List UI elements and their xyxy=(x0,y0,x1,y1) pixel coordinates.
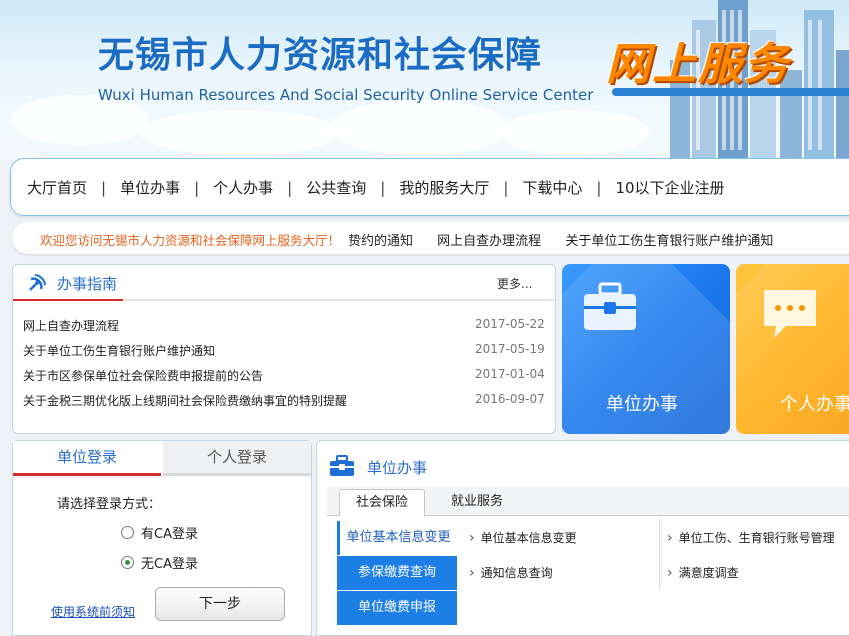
radio-label: 无CA登录 xyxy=(141,557,198,572)
login-method-prompt: 请选择登录方式： xyxy=(57,497,162,512)
nav-label: 我的服务大厅 xyxy=(399,179,490,197)
notice-link[interactable]: 贽约的通知 xyxy=(348,234,413,249)
nav-item-download[interactable]: 下载中心 xyxy=(522,177,582,198)
radio-button[interactable] xyxy=(121,526,134,539)
radio-ca-login[interactable]: 有CA登录 xyxy=(121,523,198,542)
guide-row[interactable]: 关于单位工伤生育银行账户维护通知 2017-05-19 xyxy=(13,338,555,363)
guide-row[interactable]: 关于金税三期优化版上线期间社会保险费缴纳事宜的特别提醒 2016-09-07 xyxy=(13,388,555,413)
title-underline xyxy=(13,299,123,301)
nav-label: 10以下企业注册 xyxy=(615,179,725,197)
unit-business-tile[interactable]: 单位办事 xyxy=(562,264,730,434)
system-notes-link[interactable]: 使用系统前须知 xyxy=(51,603,135,620)
nav-separator: | xyxy=(101,178,107,197)
cloud-decoration xyxy=(140,110,340,155)
briefcase-icon xyxy=(584,282,636,330)
tab-unit-login[interactable]: 单位登录 xyxy=(13,441,161,476)
link-satisfaction-survey[interactable]: 满意度调查 xyxy=(667,564,739,581)
guide-row-date: 2017-05-22 xyxy=(475,317,545,331)
tile-label: 个人办事 xyxy=(780,394,849,415)
nav-item-unit-business[interactable]: 单位办事 xyxy=(120,177,180,198)
guide-row-date: 2017-01-04 xyxy=(475,367,545,381)
personal-business-tile[interactable]: 个人办事 xyxy=(736,264,849,434)
satellite-dish-icon xyxy=(29,274,46,291)
guide-row-title: 关于市区参保单位社会保险费申报提前的公告 xyxy=(23,369,264,383)
guide-panel: 办事指南 更多... 网上自查办理流程 2017-05-22 关于单位工伤生育银… xyxy=(12,264,556,434)
nav-label: 单位办事 xyxy=(120,179,181,197)
guide-row-date: 2017-05-19 xyxy=(475,342,545,356)
menu-item-payment-declare[interactable]: 单位缴费申报 xyxy=(337,591,457,625)
guide-row-title: 网上自查办理流程 xyxy=(23,319,120,333)
main-nav: 大厅首页 | 单位办事 | 个人办事 | 公共查询 | 我的服务大厅 | 下载中… xyxy=(10,158,849,216)
guide-list: 网上自查办理流程 2017-05-22 关于单位工伤生育银行账户维护通知 201… xyxy=(13,313,555,413)
guide-more-link[interactable]: 更多... xyxy=(497,275,532,292)
link-notice-query[interactable]: 通知信息查询 xyxy=(469,564,553,581)
radio-label: 有CA登录 xyxy=(141,527,198,542)
cloud-decoration xyxy=(330,100,510,155)
column-divider xyxy=(659,519,661,589)
guide-title: 办事指南 xyxy=(57,275,118,293)
nav-label: 下载中心 xyxy=(522,179,583,197)
nav-label: 大厅首页 xyxy=(27,179,88,197)
nav-label: 个人办事 xyxy=(213,179,274,197)
header-banner: 无锡市人力资源和社会保障 Wuxi Human Resources And So… xyxy=(0,0,849,160)
nav-separator: | xyxy=(503,178,509,197)
site-title: 无锡市人力资源和社会保障 xyxy=(98,35,543,76)
briefcase-icon xyxy=(330,455,354,476)
chat-bubble-icon xyxy=(764,290,816,338)
nav-separator: | xyxy=(380,178,386,197)
link-unit-info-change[interactable]: 单位基本信息变更 xyxy=(469,529,577,546)
guide-header: 办事指南 更多... xyxy=(13,265,555,301)
nav-separator: | xyxy=(287,178,293,197)
business-side-menu: 单位基本信息变更 参保缴费查询 单位缴费申报 xyxy=(337,521,457,626)
cloud-decoration xyxy=(500,110,650,155)
link-bank-account-management[interactable]: 单位工伤、生育银行账号管理 xyxy=(667,529,835,546)
business-tabs: 社会保险 就业服务 xyxy=(327,487,849,517)
next-step-button[interactable]: 下一步 xyxy=(155,587,285,621)
notice-link[interactable]: 关于单位工伤生育银行账户维护通知 xyxy=(565,234,773,249)
login-panel: 单位登录 个人登录 请选择登录方式： 有CA登录 无CA登录 使用系统前须知 下… xyxy=(12,440,312,636)
radio-button-selected[interactable] xyxy=(121,556,134,569)
tile-label: 单位办事 xyxy=(606,394,678,415)
nav-item-my-service[interactable]: 我的服务大厅 xyxy=(399,177,489,198)
nav-item-home[interactable]: 大厅首页 xyxy=(27,177,87,198)
tab-social-insurance[interactable]: 社会保险 xyxy=(339,489,425,517)
guide-row[interactable]: 关于市区参保单位社会保险费申报提前的公告 2017-01-04 xyxy=(13,363,555,388)
menu-item-unit-info-change[interactable]: 单位基本信息变更 xyxy=(337,521,457,555)
welcome-message: 欢迎您访问无锡市人力资源和社会保障网上服务大厅！ xyxy=(40,233,341,248)
nav-item-small-enterprise-register[interactable]: 10以下企业注册 xyxy=(615,177,724,198)
nav-separator: | xyxy=(596,178,602,197)
notice-link[interactable]: 网上自查办理流程 xyxy=(437,234,541,249)
site-subtitle: Wuxi Human Resources And Social Security… xyxy=(98,86,594,104)
unit-business-panel: 单位办事 社会保险 就业服务 单位基本信息变更 参保缴费查询 单位缴费申报 单位… xyxy=(316,440,849,636)
tab-employment-service[interactable]: 就业服务 xyxy=(437,489,517,515)
nav-label: 公共查询 xyxy=(306,179,367,197)
guide-row-date: 2016-09-07 xyxy=(475,392,545,406)
nav-item-public-query[interactable]: 公共查询 xyxy=(306,177,366,198)
guide-row-title: 关于单位工伤生育银行账户维护通知 xyxy=(23,344,216,358)
tab-personal-login[interactable]: 个人登录 xyxy=(163,441,311,476)
guide-row[interactable]: 网上自查办理流程 2017-05-22 xyxy=(13,313,555,338)
guide-row-title: 关于金税三期优化版上线期间社会保险费缴纳事宜的特别提醒 xyxy=(23,394,348,408)
online-service-logo: 网上服务 xyxy=(606,39,790,90)
notice-bar: 欢迎您访问无锡市人力资源和社会保障网上服务大厅！ 贽约的通知 网上自查办理流程 … xyxy=(12,222,849,254)
menu-item-payment-query[interactable]: 参保缴费查询 xyxy=(337,556,457,590)
radio-no-ca-login[interactable]: 无CA登录 xyxy=(121,553,198,572)
panel-title: 单位办事 xyxy=(367,459,428,477)
nav-separator: | xyxy=(194,178,200,197)
nav-item-personal-business[interactable]: 个人办事 xyxy=(213,177,273,198)
notice-marquee: 贽约的通知 网上自查办理流程 关于单位工伤生育银行账户维护通知 xyxy=(348,230,793,249)
